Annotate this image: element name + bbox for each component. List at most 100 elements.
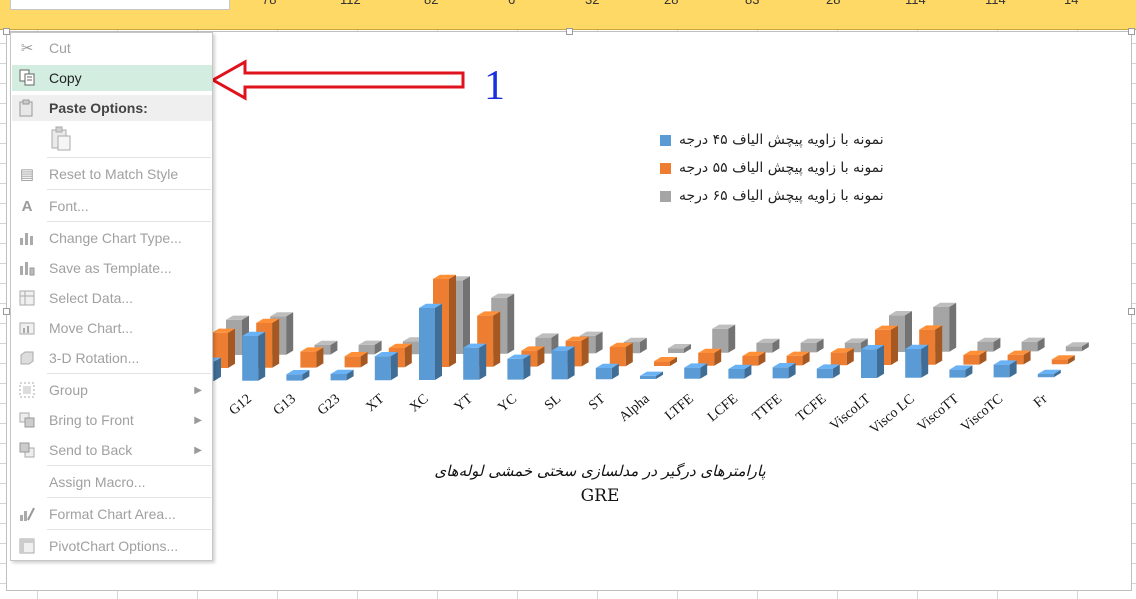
bar-side: [935, 325, 943, 365]
category-label: ST: [586, 391, 609, 413]
legend-item: نمونه با زاویه پیچش الیاف ۶۵ درجه: [660, 182, 884, 210]
legend-label: نمونه با زاویه پیچش الیاف ۶۵ درجه: [679, 188, 884, 204]
bar-front: [654, 361, 670, 366]
menu-item-assign-macro[interactable]: Assign Macro...: [12, 469, 212, 495]
menu-item-label: Move Chart...: [49, 320, 134, 336]
bar-front: [300, 351, 317, 368]
category-label: XC: [407, 392, 432, 416]
menu-item-label: Send to Back: [49, 442, 133, 458]
bar-front: [1065, 346, 1082, 352]
menu-item-label: Group: [49, 382, 88, 398]
menu-item-label: Bring to Front: [49, 412, 134, 428]
bar-front: [905, 349, 922, 378]
send-back-icon: [16, 439, 38, 461]
bar-side: [435, 303, 442, 380]
bar-front: [463, 347, 480, 380]
bar-side: [479, 343, 487, 380]
menu-item-label: Change Chart Type...: [49, 230, 182, 246]
bar-front: [963, 355, 980, 365]
menu-separator: [47, 189, 211, 190]
bar-front: [772, 367, 789, 379]
menu-item-3d-rotation[interactable]: 3-D Rotation...: [12, 345, 212, 371]
menu-item-format-chart-area[interactable]: Format Chart Area...: [12, 501, 212, 527]
bar-front: [993, 364, 1010, 378]
bar-front: [800, 342, 817, 353]
menu-item-cut[interactable]: ✂ Cut: [12, 35, 212, 61]
bar-side: [877, 345, 884, 378]
menu-item-label: Save as Template...: [49, 260, 172, 276]
menu-item-label: Select Data...: [49, 290, 134, 306]
menu-item-group[interactable]: Group ▶: [12, 377, 212, 403]
legend-item: نمونه با زاویه پیچش الیاف ۴۵ درجه: [660, 126, 884, 154]
category-label: G23: [315, 392, 343, 419]
menu-item-send-to-back[interactable]: Send to Back ▶: [12, 437, 212, 463]
menu-item-change-chart-type[interactable]: Change Chart Type...: [12, 225, 212, 251]
menu-separator: [47, 497, 211, 498]
menu-item-move-chart[interactable]: Move Chart...: [12, 315, 212, 341]
bar-side: [286, 312, 294, 355]
bar-front: [374, 356, 391, 381]
bar-front: [756, 343, 773, 353]
chart-legend: نمونه با زاویه پیچش الیاف ۴۵ درجه نمونه …: [660, 126, 884, 210]
rotation-icon: [16, 347, 38, 369]
bar-front: [742, 356, 759, 366]
copy-icon: [16, 67, 38, 89]
paste-option-icon[interactable]: [49, 126, 73, 152]
x-axis-title-persian: پارامترهای درگیر در مدلسازی سختی خمشی لو…: [434, 462, 766, 480]
menu-item-reset-to-match-style[interactable]: ▤ Reset to Match Style: [12, 161, 212, 187]
bar-front: [640, 375, 656, 379]
legend-swatch-series2: [660, 162, 671, 174]
menu-item-label: Cut: [49, 40, 71, 56]
menu-item-select-data[interactable]: Select Data...: [12, 285, 212, 311]
context-menu: ✂ Cut Copy Paste Options: ▤ Reset to Mat…: [10, 32, 213, 561]
category-label: Fr: [1031, 391, 1050, 411]
menu-item-label: Paste Options:: [49, 100, 148, 116]
bar-front: [419, 308, 435, 380]
menu-item-pivotchart-options[interactable]: PivotChart Options...: [12, 533, 212, 559]
submenu-arrow-icon: ▶: [194, 414, 202, 426]
legend-label: نمونه با زاویه پیچش الیاف ۵۵ درجه: [679, 160, 884, 176]
bar-front: [330, 374, 347, 381]
bar-front: [684, 367, 701, 379]
category-label: YT: [452, 391, 476, 415]
template-icon: [16, 257, 38, 279]
bar-side: [921, 344, 929, 378]
bar-side: [949, 302, 957, 352]
menu-item-font[interactable]: A Font...: [12, 193, 212, 219]
bar-front: [551, 350, 568, 380]
legend-swatch-series1: [660, 134, 671, 146]
menu-item-save-as-template[interactable]: Save as Template...: [12, 255, 212, 281]
bar-side: [581, 336, 589, 367]
annotation-arrow: [209, 59, 465, 101]
bar-side: [507, 293, 515, 354]
bar-front: [816, 368, 833, 379]
scissors-icon: ✂: [20, 40, 34, 57]
menu-item-bring-to-front[interactable]: Bring to Front ▶: [12, 407, 212, 433]
x-axis-title: پارامترهای درگیر در مدلسازی سختی خمشی لو…: [380, 462, 820, 506]
menu-item-copy[interactable]: Copy: [12, 65, 212, 91]
format-area-icon: [16, 503, 38, 525]
move-chart-icon: [16, 317, 38, 339]
bring-front-icon: [16, 409, 38, 431]
group-icon: [16, 379, 38, 401]
menu-header-paste-options: Paste Options:: [12, 95, 212, 121]
x-axis-title-english: GRE: [580, 486, 620, 506]
bar-front: [830, 352, 847, 366]
bar-side: [567, 346, 575, 380]
legend-item: نمونه با زاویه پیچش الیاف ۵۵ درجه: [660, 154, 884, 182]
blank-icon: [16, 471, 38, 493]
menu-item-label: Assign Macro...: [49, 474, 146, 490]
category-label: LCFE: [705, 392, 741, 425]
menu-item-label: Font...: [49, 198, 89, 214]
annotation-number: 1: [484, 63, 505, 109]
menu-separator: [47, 465, 211, 466]
legend-swatch-series3: [660, 190, 671, 202]
category-label: TTFE: [750, 392, 785, 425]
menu-item-label: Copy: [49, 70, 82, 86]
pivot-icon: [16, 535, 38, 557]
bar-front: [1051, 359, 1068, 365]
bar-front: [668, 348, 684, 353]
bar-side: [728, 324, 736, 353]
category-label: LTFE: [662, 392, 696, 424]
bar-side: [258, 331, 266, 381]
